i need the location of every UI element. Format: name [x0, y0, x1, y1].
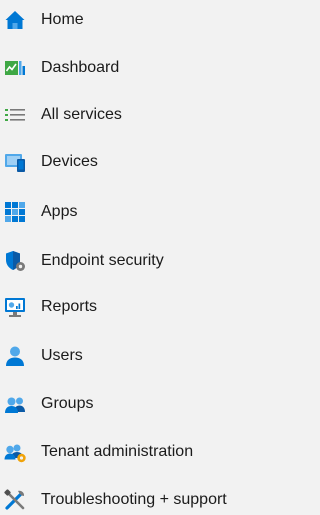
sidebar-item-label: Home [41, 11, 84, 28]
sidebar-item-label: Groups [41, 395, 94, 412]
sidebar-item-endpoint-security[interactable]: Endpoint security [0, 246, 277, 276]
group-icon [4, 393, 26, 415]
home-icon [4, 9, 26, 31]
tools-icon [4, 489, 26, 511]
sidebar-item-all-services[interactable]: All services [0, 100, 277, 130]
sidebar-item-apps[interactable]: Apps [0, 197, 277, 227]
sidebar-item-tenant-administration[interactable]: Tenant administration [0, 437, 277, 467]
sidebar-item-label: Users [41, 347, 83, 364]
sidebar-item-label: Tenant administration [41, 443, 194, 460]
list-icon [4, 104, 26, 126]
sidebar-item-devices[interactable]: Devices [0, 147, 277, 177]
sidebar-item-dashboard[interactable]: Dashboard [0, 53, 277, 83]
sidebar-item-users[interactable]: Users [0, 341, 277, 371]
sidebar-item-home[interactable]: Home [0, 5, 277, 35]
apps-grid-icon [4, 201, 26, 223]
sidebar-item-reports[interactable]: Reports [0, 292, 277, 322]
shield-gear-icon [4, 250, 26, 272]
tenant-admin-icon [4, 441, 26, 463]
dashboard-icon [4, 57, 26, 79]
sidebar-item-label: Endpoint security [41, 252, 164, 269]
sidebar-item-label: Apps [41, 203, 78, 220]
reports-monitor-icon [4, 296, 26, 318]
sidebar-item-label: Devices [41, 153, 98, 170]
sidebar-item-label: Dashboard [41, 59, 120, 76]
sidebar-item-label: All services [41, 106, 122, 123]
devices-icon [4, 151, 26, 173]
sidebar-item-label: Reports [41, 298, 98, 315]
sidebar-item-groups[interactable]: Groups [0, 389, 277, 419]
sidebar-item-troubleshooting-support[interactable]: Troubleshooting + support [0, 485, 277, 515]
user-icon [4, 345, 26, 367]
sidebar-nav: Home Dashboard All services Devices Apps… [0, 0, 277, 513]
sidebar-item-label: Troubleshooting + support [41, 491, 227, 508]
